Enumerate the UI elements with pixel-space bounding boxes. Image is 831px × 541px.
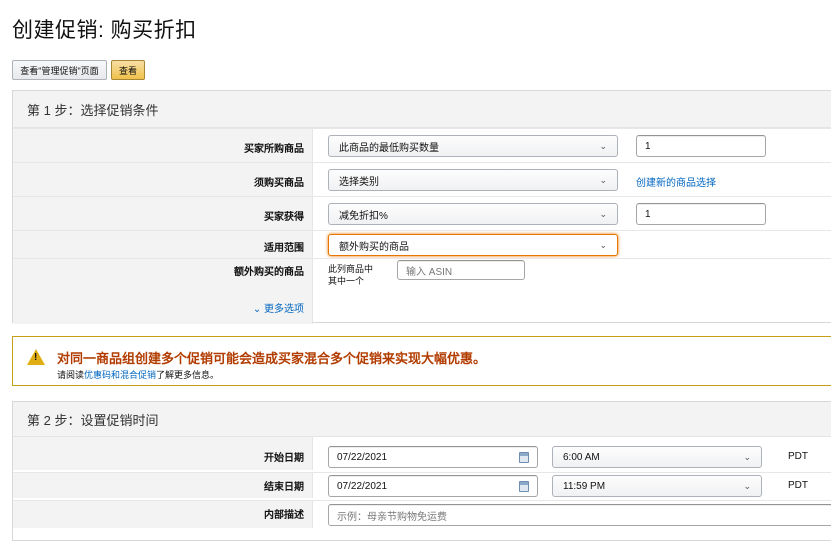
row-label: 须购买商品 bbox=[13, 163, 313, 196]
min-quantity-input[interactable]: 1 bbox=[636, 135, 766, 157]
row-applies-to: 适用范围 额外购买的商品 ⌄ bbox=[13, 230, 831, 258]
step2-title: 第 2 步：设置促销时间 bbox=[27, 412, 159, 428]
step2-section: 第 2 步：设置促销时间 开始日期 07/22/2021 6:00 AM ⌄ P… bbox=[12, 401, 831, 541]
create-product-selection-link[interactable]: 创建新的商品选择 bbox=[636, 174, 716, 189]
step1-section: 第 1 步：选择促销条件 买家所购商品 此商品的最低购买数量 ⌄ 1 须购买商品… bbox=[12, 90, 831, 324]
calendar-icon[interactable] bbox=[519, 481, 529, 492]
row-buyer-gets: 买家获得 减免折扣% ⌄ 1 bbox=[13, 196, 831, 230]
step1-header: 第 1 步：选择促销条件 bbox=[13, 91, 831, 128]
alert-body: 请阅读优惠码和混合促销了解更多信息。 bbox=[57, 370, 220, 380]
row-label: 结束日期 bbox=[13, 473, 313, 498]
row-label: ⌄ 更多选项 bbox=[13, 296, 313, 324]
row-label: 内部描述 bbox=[13, 501, 313, 528]
chevron-down-icon: ⌄ bbox=[599, 141, 607, 151]
discount-percent-input[interactable]: 1 bbox=[636, 203, 766, 225]
page-title: 创建促销: 购买折扣 bbox=[12, 19, 197, 42]
chevron-down-icon: ⌄ bbox=[252, 304, 262, 315]
combined-promotions-link[interactable]: 优惠码和混合促销 bbox=[84, 370, 156, 380]
additional-items-desc: 此列商品中 其中一个 bbox=[328, 264, 374, 286]
row-label: 买家所购商品 bbox=[13, 129, 313, 162]
asin-input[interactable]: 输入 ASIN bbox=[397, 260, 525, 280]
multi-promotion-warning: ! 对同一商品组创建多个促销可能会造成买家混合多个促销来实现大幅优惠。 请阅读优… bbox=[12, 336, 831, 386]
calendar-icon[interactable] bbox=[519, 452, 529, 463]
chevron-down-icon: ⌄ bbox=[743, 452, 751, 462]
chevron-down-icon: ⌄ bbox=[743, 481, 751, 491]
chevron-down-icon: ⌄ bbox=[599, 240, 607, 250]
step2-spacer bbox=[13, 437, 313, 444]
applies-to-select[interactable]: 额外购买的商品 ⌄ bbox=[328, 234, 618, 256]
start-time-select[interactable]: 6:00 AM ⌄ bbox=[552, 446, 762, 468]
row-more-options: ⌄ 更多选项 bbox=[13, 296, 831, 324]
row-label: 额外购买的商品 bbox=[13, 259, 313, 296]
timezone-label: PDT bbox=[788, 480, 808, 491]
view-button[interactable]: 查看 bbox=[111, 60, 145, 80]
timezone-label: PDT bbox=[788, 451, 808, 462]
more-options-link[interactable]: ⌄ 更多选项 bbox=[253, 304, 304, 315]
step1-title: 第 1 步：选择促销条件 bbox=[27, 102, 159, 118]
purchased-items-select[interactable]: 选择类别 ⌄ bbox=[328, 169, 618, 191]
alert-title: 对同一商品组创建多个促销可能会造成买家混合多个促销来实现大幅优惠。 bbox=[57, 351, 487, 366]
buyer-gets-select[interactable]: 减免折扣% ⌄ bbox=[328, 203, 618, 225]
row-additional-items: 额外购买的商品 此列商品中 其中一个 输入 ASIN bbox=[13, 258, 831, 296]
chevron-down-icon: ⌄ bbox=[599, 175, 607, 185]
chevron-down-icon: ⌄ bbox=[599, 209, 607, 219]
row-end-date: 结束日期 07/22/2021 11:59 PM ⌄ PDT bbox=[13, 472, 831, 498]
row-label: 买家获得 bbox=[13, 197, 313, 230]
end-time-select[interactable]: 11:59 PM ⌄ bbox=[552, 475, 762, 497]
row-buyer-purchases: 买家所购商品 此商品的最低购买数量 ⌄ 1 bbox=[13, 128, 831, 162]
row-start-date: 开始日期 07/22/2021 6:00 AM ⌄ PDT bbox=[13, 444, 831, 470]
end-date-input[interactable]: 07/22/2021 bbox=[328, 475, 538, 497]
start-date-input[interactable]: 07/22/2021 bbox=[328, 446, 538, 468]
row-purchased-items: 须购买商品 选择类别 ⌄ 创建新的商品选择 bbox=[13, 162, 831, 196]
buyer-purchases-select[interactable]: 此商品的最低购买数量 ⌄ bbox=[328, 135, 618, 157]
row-internal-description: 内部描述 示例：母亲节购物免运费 bbox=[13, 500, 831, 528]
view-manage-promotions-button[interactable]: 查看"管理促销"页面 bbox=[12, 60, 107, 80]
row-label: 适用范围 bbox=[13, 231, 313, 258]
internal-description-input[interactable]: 示例：母亲节购物免运费 bbox=[328, 504, 831, 526]
row-label: 开始日期 bbox=[13, 444, 313, 470]
warning-icon: ! bbox=[27, 349, 45, 365]
step2-header: 第 2 步：设置促销时间 bbox=[13, 402, 831, 437]
